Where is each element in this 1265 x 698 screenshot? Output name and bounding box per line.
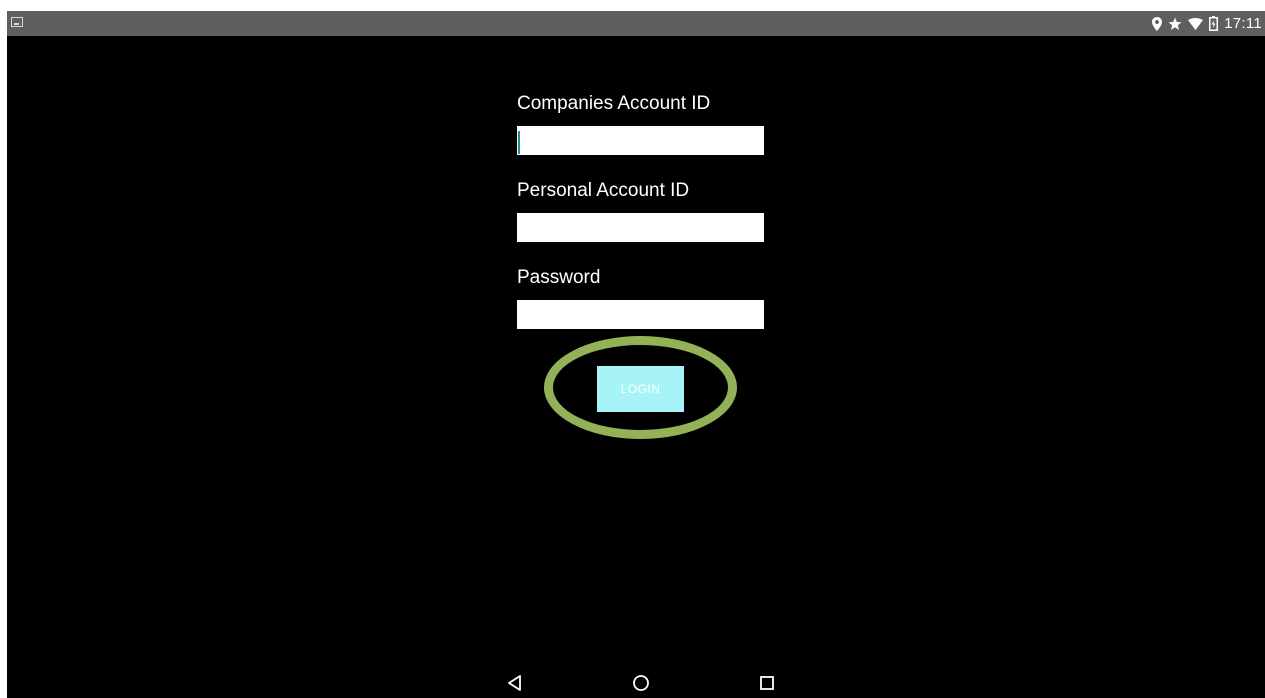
companies-account-id-input[interactable] bbox=[517, 126, 764, 155]
device-screen: 17:11 Companies Account ID Personal Acco… bbox=[7, 11, 1265, 698]
personal-account-id-input[interactable] bbox=[517, 213, 764, 242]
status-time: 17:11 bbox=[1224, 15, 1262, 32]
password-label: Password bbox=[517, 267, 601, 288]
wifi-icon bbox=[1188, 17, 1204, 30]
image-notification-icon bbox=[11, 17, 23, 27]
recents-icon[interactable] bbox=[755, 671, 779, 695]
password-input[interactable] bbox=[517, 300, 764, 329]
login-button[interactable]: LOGIN bbox=[597, 366, 684, 412]
status-icons: 17:11 bbox=[1152, 11, 1262, 36]
status-bar: 17:11 bbox=[7, 11, 1265, 36]
companies-account-id-label: Companies Account ID bbox=[517, 93, 711, 114]
personal-account-id-label: Personal Account ID bbox=[517, 180, 690, 201]
text-cursor bbox=[518, 131, 520, 154]
back-icon[interactable] bbox=[503, 671, 527, 695]
battery-icon bbox=[1209, 16, 1219, 31]
location-icon bbox=[1152, 16, 1163, 31]
star-icon bbox=[1168, 17, 1182, 31]
home-icon[interactable] bbox=[629, 671, 653, 695]
